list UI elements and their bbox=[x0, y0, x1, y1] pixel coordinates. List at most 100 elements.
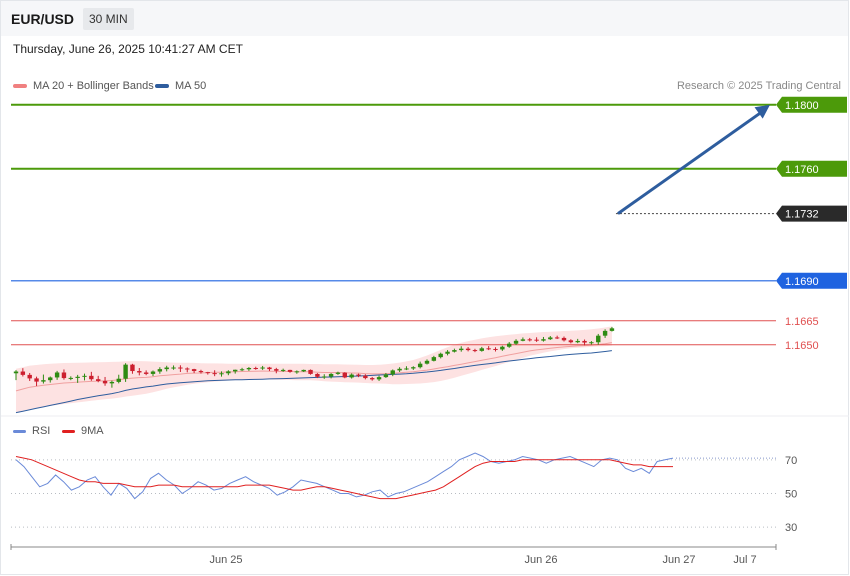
candle-body bbox=[13, 371, 19, 374]
candle-body bbox=[102, 380, 108, 384]
candle-body bbox=[185, 368, 190, 370]
candle-body bbox=[253, 368, 258, 369]
candle-body bbox=[198, 371, 204, 373]
candle-body bbox=[548, 337, 553, 340]
candle-body bbox=[397, 368, 402, 371]
level-label-1.1665: 1.1665 bbox=[785, 316, 819, 328]
candle-body bbox=[233, 369, 238, 372]
candle-body bbox=[20, 371, 26, 375]
candle-body bbox=[123, 364, 128, 379]
target-arrow-line bbox=[617, 110, 763, 215]
candle-body bbox=[534, 339, 539, 341]
candle-body bbox=[239, 369, 245, 371]
candle-body bbox=[82, 375, 87, 377]
candle-body bbox=[438, 353, 443, 358]
candle-body bbox=[130, 364, 135, 372]
level-label-1.1690: 1.1690 bbox=[785, 276, 819, 288]
candle-body bbox=[500, 346, 505, 350]
candle-body bbox=[137, 371, 142, 373]
candle-body bbox=[280, 369, 286, 371]
candle-body bbox=[68, 377, 73, 379]
candle-body bbox=[349, 374, 354, 378]
candle-body bbox=[411, 367, 416, 369]
candle-body bbox=[301, 369, 306, 372]
candle-body bbox=[554, 337, 560, 339]
candle-body bbox=[589, 342, 594, 344]
candle-body bbox=[445, 351, 450, 354]
rsi-tick-30: 30 bbox=[785, 522, 797, 534]
candle-body bbox=[383, 374, 389, 378]
rsi-tick-70: 70 bbox=[785, 455, 797, 467]
candle-body bbox=[424, 360, 430, 364]
candle-body bbox=[41, 380, 46, 382]
candle-body bbox=[294, 371, 300, 373]
level-label-1.1760: 1.1760 bbox=[785, 164, 819, 176]
candle-body bbox=[157, 369, 163, 372]
candle-body bbox=[34, 378, 39, 382]
candle-body bbox=[390, 370, 395, 375]
candle-body bbox=[315, 373, 320, 377]
candle-body bbox=[459, 348, 464, 351]
candle-body bbox=[404, 368, 409, 370]
candle-body bbox=[356, 374, 361, 376]
candle-body bbox=[582, 340, 587, 343]
candle-body bbox=[150, 371, 156, 374]
candle-body bbox=[568, 340, 574, 343]
candle-body bbox=[328, 373, 334, 377]
candle-body bbox=[541, 339, 546, 341]
candle-body bbox=[191, 369, 197, 372]
candle-body bbox=[363, 375, 368, 379]
candle-body bbox=[507, 343, 512, 347]
candle-body bbox=[54, 372, 60, 378]
level-label-1.1800: 1.1800 bbox=[785, 100, 819, 112]
rsi-tick-50: 50 bbox=[785, 489, 797, 501]
candle-body bbox=[274, 369, 279, 371]
candle-body bbox=[287, 369, 293, 372]
x-tick-label: Jun 25 bbox=[209, 554, 242, 566]
candle-body bbox=[89, 375, 94, 380]
candle-body bbox=[322, 376, 327, 378]
candle-body bbox=[308, 369, 313, 374]
level-label-1.1732: 1.1732 bbox=[785, 209, 819, 221]
chart-canvas: 1.1800 1.1760 1.1732 1.1690 1.1665 1.1650 30 50… bbox=[1, 96, 849, 566]
candle-body bbox=[205, 372, 210, 374]
candle-body bbox=[27, 374, 32, 379]
candle-body bbox=[602, 330, 608, 336]
rsi-9ma-line bbox=[15, 456, 673, 500]
candle-body bbox=[575, 340, 580, 343]
candle-body bbox=[342, 372, 347, 378]
candle-body bbox=[226, 371, 231, 374]
candle-body bbox=[431, 357, 437, 361]
candle-body bbox=[143, 372, 149, 374]
candle-body bbox=[520, 339, 526, 341]
candle-body bbox=[335, 372, 341, 374]
candle-body bbox=[109, 381, 115, 384]
candle-body bbox=[417, 363, 423, 368]
candle-body bbox=[116, 378, 121, 382]
candle-body bbox=[260, 367, 265, 369]
x-tick-label: Jun 26 bbox=[524, 554, 557, 566]
candle-body bbox=[219, 373, 224, 375]
candle-body bbox=[493, 348, 498, 350]
candle-body bbox=[171, 367, 176, 369]
x-tick-label: Jun 27 bbox=[662, 554, 695, 566]
x-tick-label: Jul 7 bbox=[733, 554, 756, 566]
candle-body bbox=[61, 372, 67, 379]
candle-body bbox=[513, 340, 519, 344]
candle-body bbox=[212, 373, 217, 375]
candle-body bbox=[561, 337, 567, 341]
candle-body bbox=[370, 378, 375, 380]
candle-body bbox=[246, 368, 252, 370]
candle-body bbox=[527, 339, 532, 341]
candle-body bbox=[96, 379, 101, 381]
candle-body bbox=[48, 377, 53, 381]
level-label-1.1650: 1.1650 bbox=[785, 340, 819, 352]
candle-body bbox=[75, 376, 80, 378]
candle-body bbox=[452, 350, 457, 352]
candle-body bbox=[479, 348, 484, 351]
candle-body bbox=[178, 367, 183, 369]
candle-body bbox=[465, 348, 471, 351]
candle-body bbox=[164, 367, 169, 370]
candle-body bbox=[472, 350, 478, 352]
candle-body bbox=[609, 328, 615, 331]
